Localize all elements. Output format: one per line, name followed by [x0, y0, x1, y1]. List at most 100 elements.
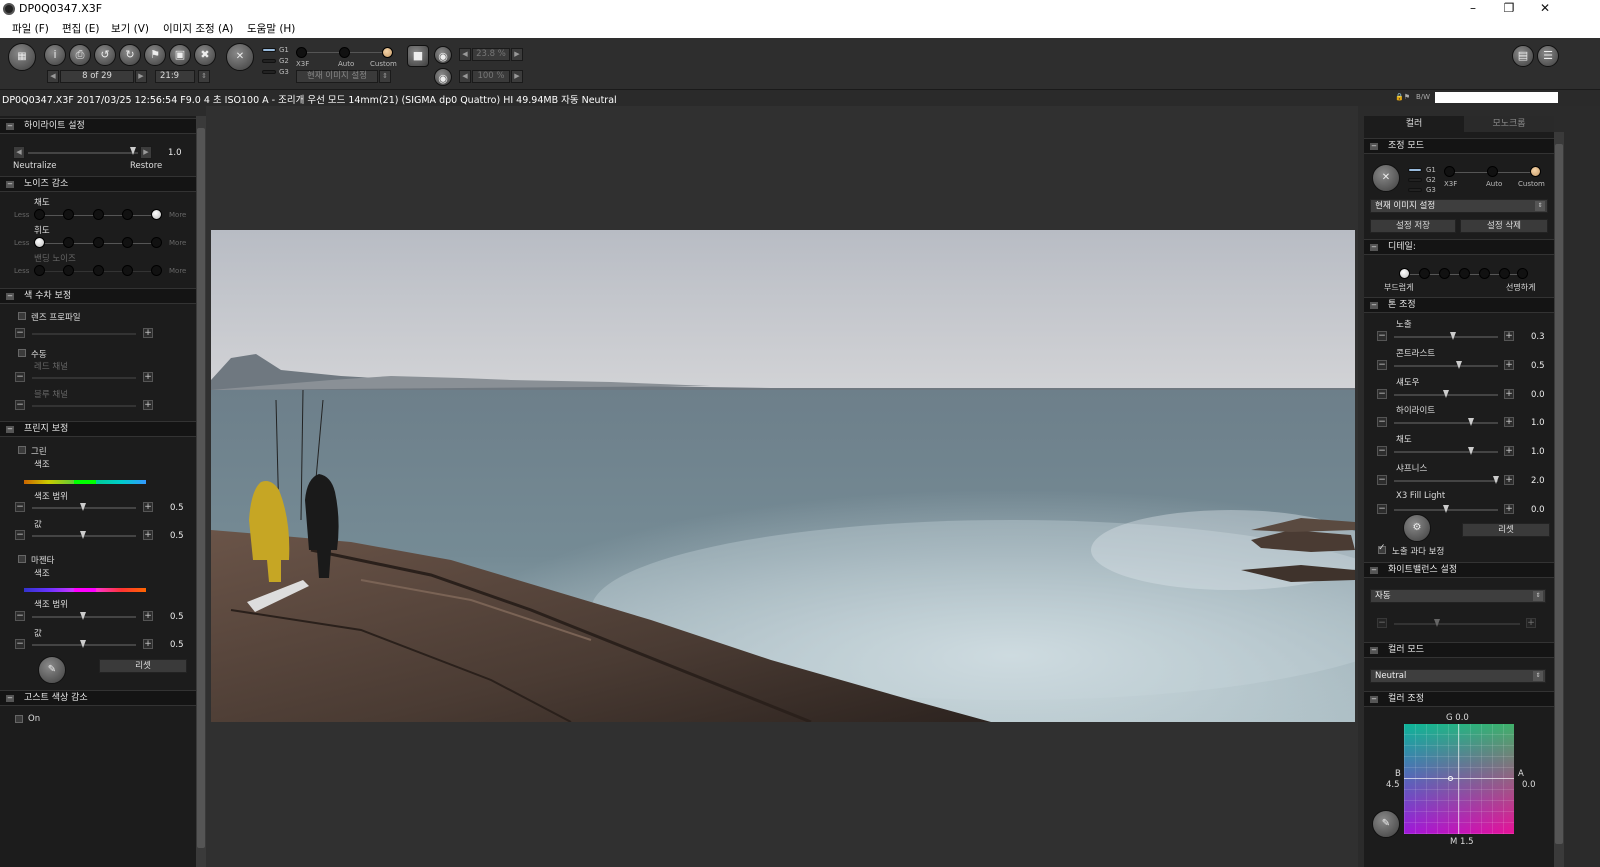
highlight-plus[interactable]: +	[1504, 417, 1514, 427]
green-amount-plus[interactable]: +	[143, 530, 153, 540]
flag-icon[interactable]: ⚑	[144, 44, 166, 66]
bw-field[interactable]	[1435, 92, 1558, 103]
lens-plus[interactable]: +	[143, 328, 153, 338]
mode-x3f-dot[interactable]	[1444, 166, 1455, 177]
chroma-dot-1[interactable]	[34, 209, 45, 220]
restore-button[interactable]: ❐	[1491, 0, 1527, 18]
saturation-track[interactable]	[1394, 451, 1498, 453]
color-picker-icon[interactable]: ✎	[1372, 810, 1400, 838]
contrast-thumb[interactable]	[1456, 361, 1462, 369]
contrast-track[interactable]	[1394, 365, 1498, 367]
banding-dot-5[interactable]	[151, 265, 162, 276]
collapse-icon[interactable]: −	[1370, 302, 1378, 309]
highlight-section-header[interactable]: − 하이라이트 설정	[0, 118, 196, 134]
green-range-thumb[interactable]	[80, 503, 86, 511]
magenta-amount-minus[interactable]: −	[15, 639, 25, 649]
green-range-minus[interactable]: −	[15, 502, 25, 512]
sharpness-thumb[interactable]	[1493, 476, 1499, 484]
tone-header[interactable]: − 톤 조정	[1364, 297, 1554, 313]
collapse-icon[interactable]: −	[1370, 647, 1378, 654]
collapse-icon[interactable]: −	[1370, 696, 1378, 703]
banding-dot-1[interactable]	[34, 265, 45, 276]
detail-header[interactable]: − 디테일:	[1364, 239, 1554, 255]
colormode-header[interactable]: − 컬러 모드	[1364, 642, 1554, 658]
color-wheel-grid[interactable]	[1404, 724, 1514, 834]
banding-dot-2[interactable]	[63, 265, 74, 276]
tab-mono[interactable]: 모노크롬	[1464, 116, 1554, 132]
highlight-minus[interactable]: −	[1377, 417, 1387, 427]
ratio-stepper[interactable]: ⇕	[198, 70, 210, 83]
sigma-mode-icon[interactable]: ✕	[1372, 164, 1400, 192]
saturation-plus[interactable]: +	[1504, 446, 1514, 456]
green-range-plus[interactable]: +	[143, 502, 153, 512]
ghost-section-header[interactable]: − 고스트 색상 감소	[0, 690, 196, 706]
ghost-on-checkbox[interactable]	[15, 715, 23, 723]
red-minus[interactable]: −	[15, 372, 25, 382]
highlight-dec[interactable]: ◀	[13, 146, 25, 159]
wb-header[interactable]: − 화이트밸런스 설정	[1364, 562, 1554, 578]
minimize-button[interactable]: –	[1455, 0, 1491, 18]
chroma-dot-3[interactable]	[93, 209, 104, 220]
adjust-preset-select[interactable]: 현재 이미지 설정 ⇕	[1370, 199, 1548, 213]
highlight-track[interactable]	[1394, 422, 1498, 424]
luma-dot-5[interactable]	[151, 237, 162, 248]
menu-file[interactable]: 파일 (F)	[12, 21, 49, 36]
menu-help[interactable]: 도움말 (H)	[247, 21, 295, 36]
settings-icon[interactable]: ☰	[1537, 45, 1559, 67]
luma-dot-2[interactable]	[63, 237, 74, 248]
magenta-range-plus[interactable]: +	[143, 611, 153, 621]
collapse-icon[interactable]: −	[6, 181, 14, 188]
export-icon[interactable]: ▤	[1512, 45, 1534, 67]
wb-plus[interactable]: +	[1526, 618, 1536, 628]
collapse-icon[interactable]: −	[6, 293, 14, 300]
preset-arrow[interactable]: ⇕	[379, 70, 391, 83]
blue-plus[interactable]: +	[143, 400, 153, 410]
left-scroll-thumb[interactable]	[197, 128, 205, 848]
zoom1-dec[interactable]: ◀	[459, 48, 471, 61]
shadow-minus[interactable]: −	[1377, 389, 1387, 399]
collapse-icon[interactable]: −	[6, 426, 14, 433]
magenta-range-thumb[interactable]	[80, 612, 86, 620]
mode-auto-dot[interactable]	[339, 47, 350, 58]
collapse-icon[interactable]: −	[6, 123, 14, 130]
green-checkbox[interactable]	[18, 446, 26, 454]
highlight-track[interactable]	[28, 152, 138, 154]
preview-image[interactable]	[211, 230, 1355, 722]
manual-checkbox[interactable]	[18, 349, 26, 357]
g2-bar[interactable]	[1408, 178, 1422, 182]
magenta-amount-plus[interactable]: +	[143, 639, 153, 649]
g1-bar[interactable]	[262, 48, 276, 52]
fill-light-thumb[interactable]	[1443, 505, 1449, 513]
red-plus[interactable]: +	[143, 372, 153, 382]
chroma-dot-4[interactable]	[122, 209, 133, 220]
detail-dot-1[interactable]	[1399, 268, 1410, 279]
sigma-mode-icon[interactable]: ✕	[226, 43, 254, 71]
zoom1-inc[interactable]: ▶	[511, 48, 523, 61]
g3-bar[interactable]	[1408, 188, 1422, 192]
contrast-plus[interactable]: +	[1504, 360, 1514, 370]
magenta-amount-thumb[interactable]	[80, 640, 86, 648]
lens-minus[interactable]: −	[15, 328, 25, 338]
tab-color[interactable]: 컬러	[1364, 116, 1464, 132]
collapse-icon[interactable]: −	[1370, 567, 1378, 574]
color-point[interactable]	[1448, 776, 1453, 781]
overexp-checkbox[interactable]	[1378, 543, 1386, 554]
left-scrollbar[interactable]	[196, 116, 206, 867]
lock-icon[interactable]: ▣	[169, 44, 191, 66]
browser-icon[interactable]: ▦	[8, 43, 36, 71]
noise-section-header[interactable]: − 노이즈 감소	[0, 176, 196, 192]
shadow-plus[interactable]: +	[1504, 389, 1514, 399]
green-amount-minus[interactable]: −	[15, 530, 25, 540]
adjust-mode-header[interactable]: − 조정 모드	[1364, 138, 1554, 154]
next-image-button[interactable]: ▶	[135, 70, 147, 83]
trash-icon[interactable]: ✖	[194, 44, 216, 66]
fringe-section-header[interactable]: − 프린지 보정	[0, 421, 196, 437]
zoom2-inc[interactable]: ▶	[511, 70, 523, 83]
zoom-fit-icon[interactable]: ◉	[434, 46, 452, 64]
eyedropper-icon[interactable]: ✎	[38, 656, 66, 684]
fill-light-plus[interactable]: +	[1504, 504, 1514, 514]
chroma-dot-2[interactable]	[63, 209, 74, 220]
save-setting-button[interactable]: 설정 저장	[1370, 219, 1456, 233]
lens-track[interactable]	[32, 333, 136, 335]
blue-track[interactable]	[32, 405, 136, 407]
